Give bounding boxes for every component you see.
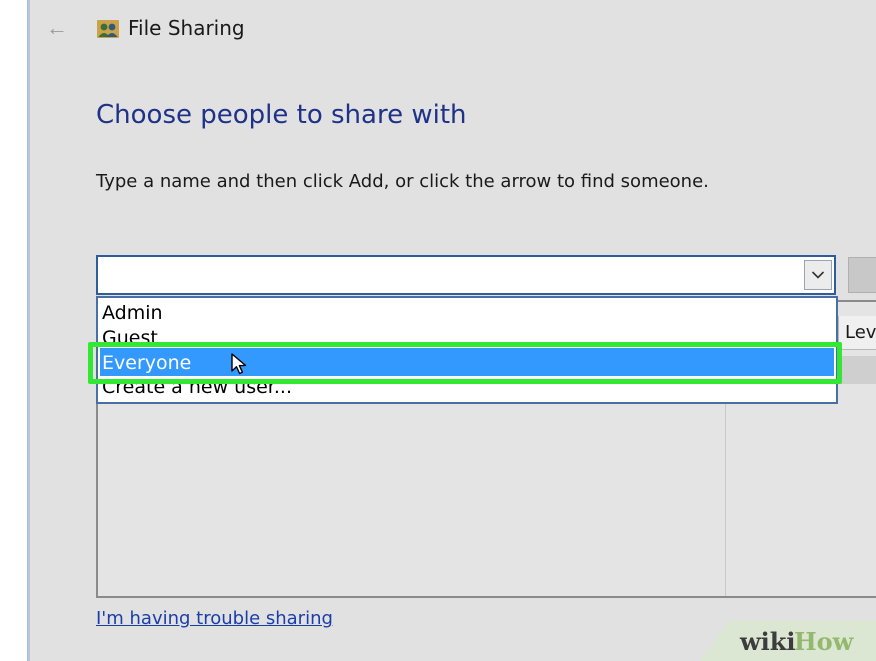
users-share-icon: [97, 20, 119, 38]
wikihow-text-how: How: [794, 627, 855, 656]
combobox-dropdown-button[interactable]: [804, 260, 832, 290]
user-name-combobox[interactable]: [96, 255, 836, 295]
page-heading: Choose people to share with: [96, 100, 467, 130]
window-title: File Sharing: [128, 16, 245, 40]
back-button[interactable]: ←: [44, 16, 70, 40]
mouse-pointer-icon: [231, 353, 247, 375]
wikihow-text-wiki: wiki: [739, 627, 796, 656]
permission-level-column-header[interactable]: Lev: [838, 316, 876, 350]
instruction-text: Type a name and then click Add, or click…: [96, 171, 709, 192]
add-button[interactable]: [848, 257, 876, 293]
dropdown-item-admin[interactable]: Admin: [102, 300, 163, 326]
screenshot-page: ← File Sharing Choose people to share wi…: [0, 0, 876, 661]
dropdown-item-guest[interactable]: Guest: [102, 325, 158, 342]
list-row-partial: [838, 356, 876, 384]
chevron-down-icon: [811, 271, 825, 279]
list-column-divider: [725, 380, 726, 596]
dropdown-item-create-new-user[interactable]: Create a new user...: [102, 382, 292, 400]
back-arrow-icon: ←: [46, 15, 68, 40]
annotation-highlight-box: [88, 342, 842, 384]
wikihow-watermark: wiki How: [700, 620, 876, 661]
trouble-sharing-link[interactable]: I'm having trouble sharing: [96, 608, 333, 629]
